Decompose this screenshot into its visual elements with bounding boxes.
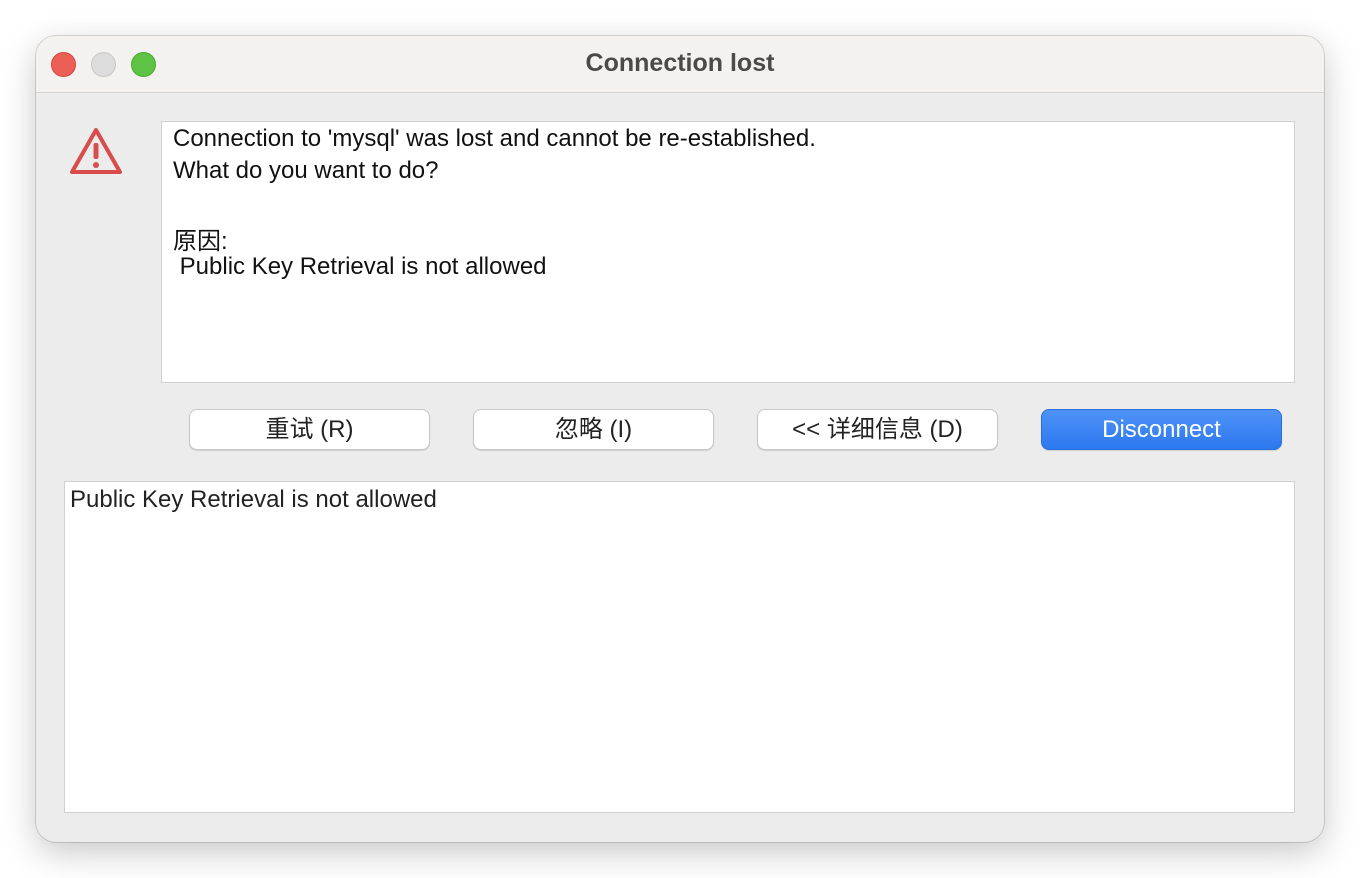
warning-triangle-icon xyxy=(70,128,122,174)
details-toggle-button[interactable]: << 详细信息 (D) xyxy=(757,409,998,450)
details-text-area[interactable]: Public Key Retrieval is not allowed xyxy=(64,481,1295,813)
message-line-2: What do you want to do? xyxy=(173,157,439,184)
message-reason-text: Public Key Retrieval is not allowed xyxy=(173,253,547,280)
connection-lost-dialog: Connection lost Connection to 'mysql' wa… xyxy=(36,36,1324,842)
window-title: Connection lost xyxy=(585,49,775,77)
retry-button[interactable]: 重试 (R) xyxy=(189,409,430,450)
message-text-area: Connection to 'mysql' was lost and canno… xyxy=(161,121,1295,383)
message-reason-label: 原因: xyxy=(173,228,228,255)
disconnect-button[interactable]: Disconnect xyxy=(1041,409,1282,450)
ignore-button[interactable]: 忽略 (I) xyxy=(473,409,714,450)
details-text: Public Key Retrieval is not allowed xyxy=(70,486,437,513)
title-bar: Connection lost xyxy=(36,36,1324,93)
message-line-1: Connection to 'mysql' was lost and canno… xyxy=(173,125,816,152)
